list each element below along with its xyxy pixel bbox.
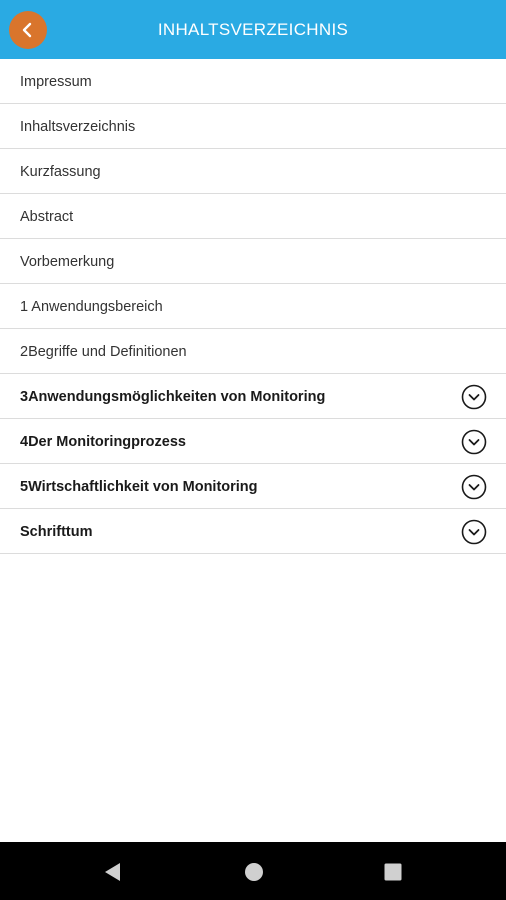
toc-item-label: Impressum xyxy=(20,74,92,90)
toc-item-label: 1 Anwendungsbereich xyxy=(20,299,163,315)
chevron-down-circle-icon[interactable] xyxy=(461,474,487,500)
toc-item-label: 3Anwendungsmöglichkeiten von Monitoring xyxy=(20,389,326,405)
toc-item-label: Inhaltsverzeichnis xyxy=(20,119,136,135)
toc-item-impressum[interactable]: Impressum xyxy=(0,59,506,104)
toc-item-abstract[interactable]: Abstract xyxy=(0,194,506,239)
toc-list: Impressum Inhaltsverzeichnis Kurzfassung… xyxy=(0,59,506,554)
toc-item-kurzfassung[interactable]: Kurzfassung xyxy=(0,149,506,194)
circle-home-icon[interactable] xyxy=(243,861,265,883)
toc-item-monitoringprozess[interactable]: 4Der Monitoringprozess xyxy=(0,419,506,464)
toc-item-label: 5Wirtschaftlichkeit von Monitoring xyxy=(20,479,258,495)
back-button[interactable] xyxy=(9,11,47,49)
toc-item-label: 4Der Monitoringprozess xyxy=(20,434,186,450)
toc-item-anwendungsbereich[interactable]: 1 Anwendungsbereich xyxy=(0,284,506,329)
system-navigation-bar xyxy=(0,842,506,900)
toc-item-label: Abstract xyxy=(20,209,74,225)
chevron-left-icon xyxy=(21,22,35,38)
toc-item-wirtschaftlichkeit[interactable]: 5Wirtschaftlichkeit von Monitoring xyxy=(0,464,506,509)
chevron-down-circle-icon[interactable] xyxy=(461,384,487,410)
page-title: INHALTSVERZEICHNIS xyxy=(157,20,349,39)
toc-item-vorbemerkung[interactable]: Vorbemerkung xyxy=(0,239,506,284)
app-screen: INHALTSVERZEICHNIS Impressum Inhaltsverz… xyxy=(0,0,506,900)
top-app-bar: INHALTSVERZEICHNIS xyxy=(0,0,506,59)
chevron-down-circle-icon[interactable] xyxy=(461,429,487,455)
toc-item-schrifttum[interactable]: Schrifttum xyxy=(0,509,506,554)
toc-item-label: Schrifttum xyxy=(20,524,93,540)
chevron-down-circle-icon[interactable] xyxy=(461,519,487,545)
square-recents-icon[interactable] xyxy=(382,861,404,883)
toc-item-label: 2Begriffe und Definitionen xyxy=(20,344,187,360)
toc-item-label: Kurzfassung xyxy=(20,164,101,180)
toc-item-label: Vorbemerkung xyxy=(20,254,115,270)
toc-item-inhaltsverzeichnis[interactable]: Inhaltsverzeichnis xyxy=(0,104,506,149)
toc-item-anwendungsmoeglichkeiten[interactable]: 3Anwendungsmöglichkeiten von Monitoring xyxy=(0,374,506,419)
toc-item-begriffe[interactable]: 2Begriffe und Definitionen xyxy=(0,329,506,374)
triangle-back-icon[interactable] xyxy=(102,861,124,883)
